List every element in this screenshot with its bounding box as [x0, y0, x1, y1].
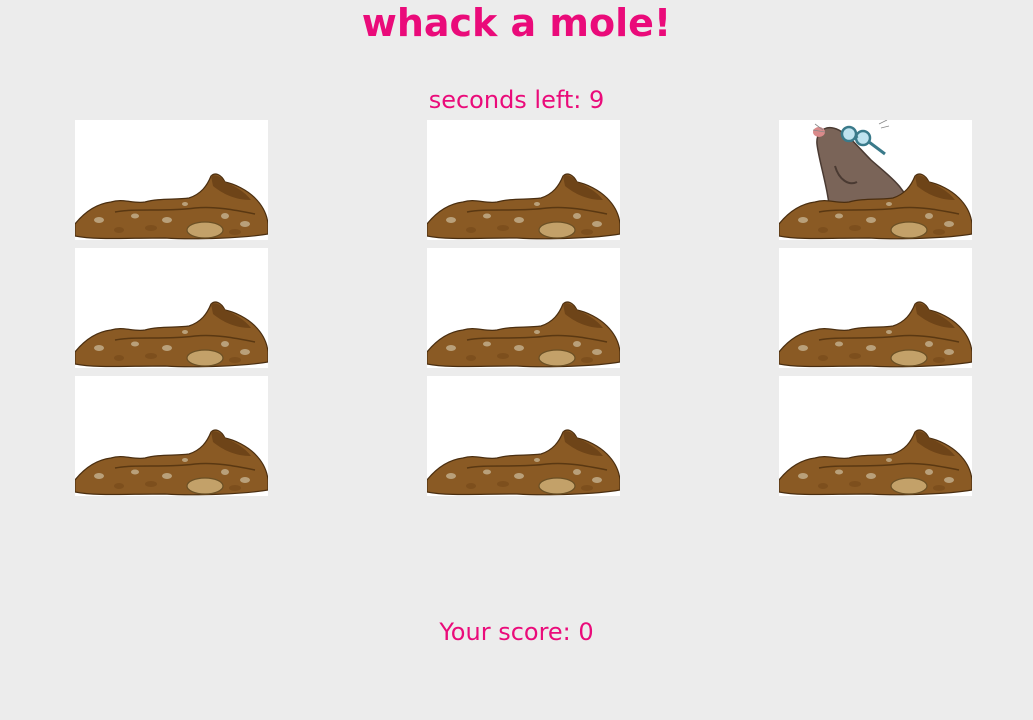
mole-hole-6[interactable] — [779, 248, 972, 368]
seconds-left-counter: seconds left: 9 — [428, 86, 605, 114]
game-title: whack a mole! — [361, 1, 672, 45]
mole-hole-graphic — [779, 301, 972, 368]
mole-hole-5[interactable] — [427, 248, 620, 368]
mole-hole-graphic — [75, 173, 268, 240]
mole-hole-9[interactable] — [779, 376, 972, 496]
mole-hole-graphic — [75, 429, 268, 496]
mole-hole-graphic — [779, 120, 972, 240]
mole-hole-graphic — [427, 301, 620, 368]
mole-hole-graphic — [779, 429, 972, 496]
mole-hole-graphic — [427, 429, 620, 496]
mole-hole-2[interactable] — [427, 120, 620, 240]
mole-hole-1[interactable] — [75, 120, 268, 240]
mole-hole-graphic — [427, 173, 620, 240]
game-screen: whack a mole! seconds left: 9 Your score… — [0, 0, 1033, 720]
mole-hole-8[interactable] — [427, 376, 620, 496]
score-display: Your score: 0 — [439, 618, 594, 646]
mole-hole-4[interactable] — [75, 248, 268, 368]
mole-hole-3[interactable] — [779, 120, 972, 240]
mole-hole-7[interactable] — [75, 376, 268, 496]
mole-hole-graphic — [75, 301, 268, 368]
